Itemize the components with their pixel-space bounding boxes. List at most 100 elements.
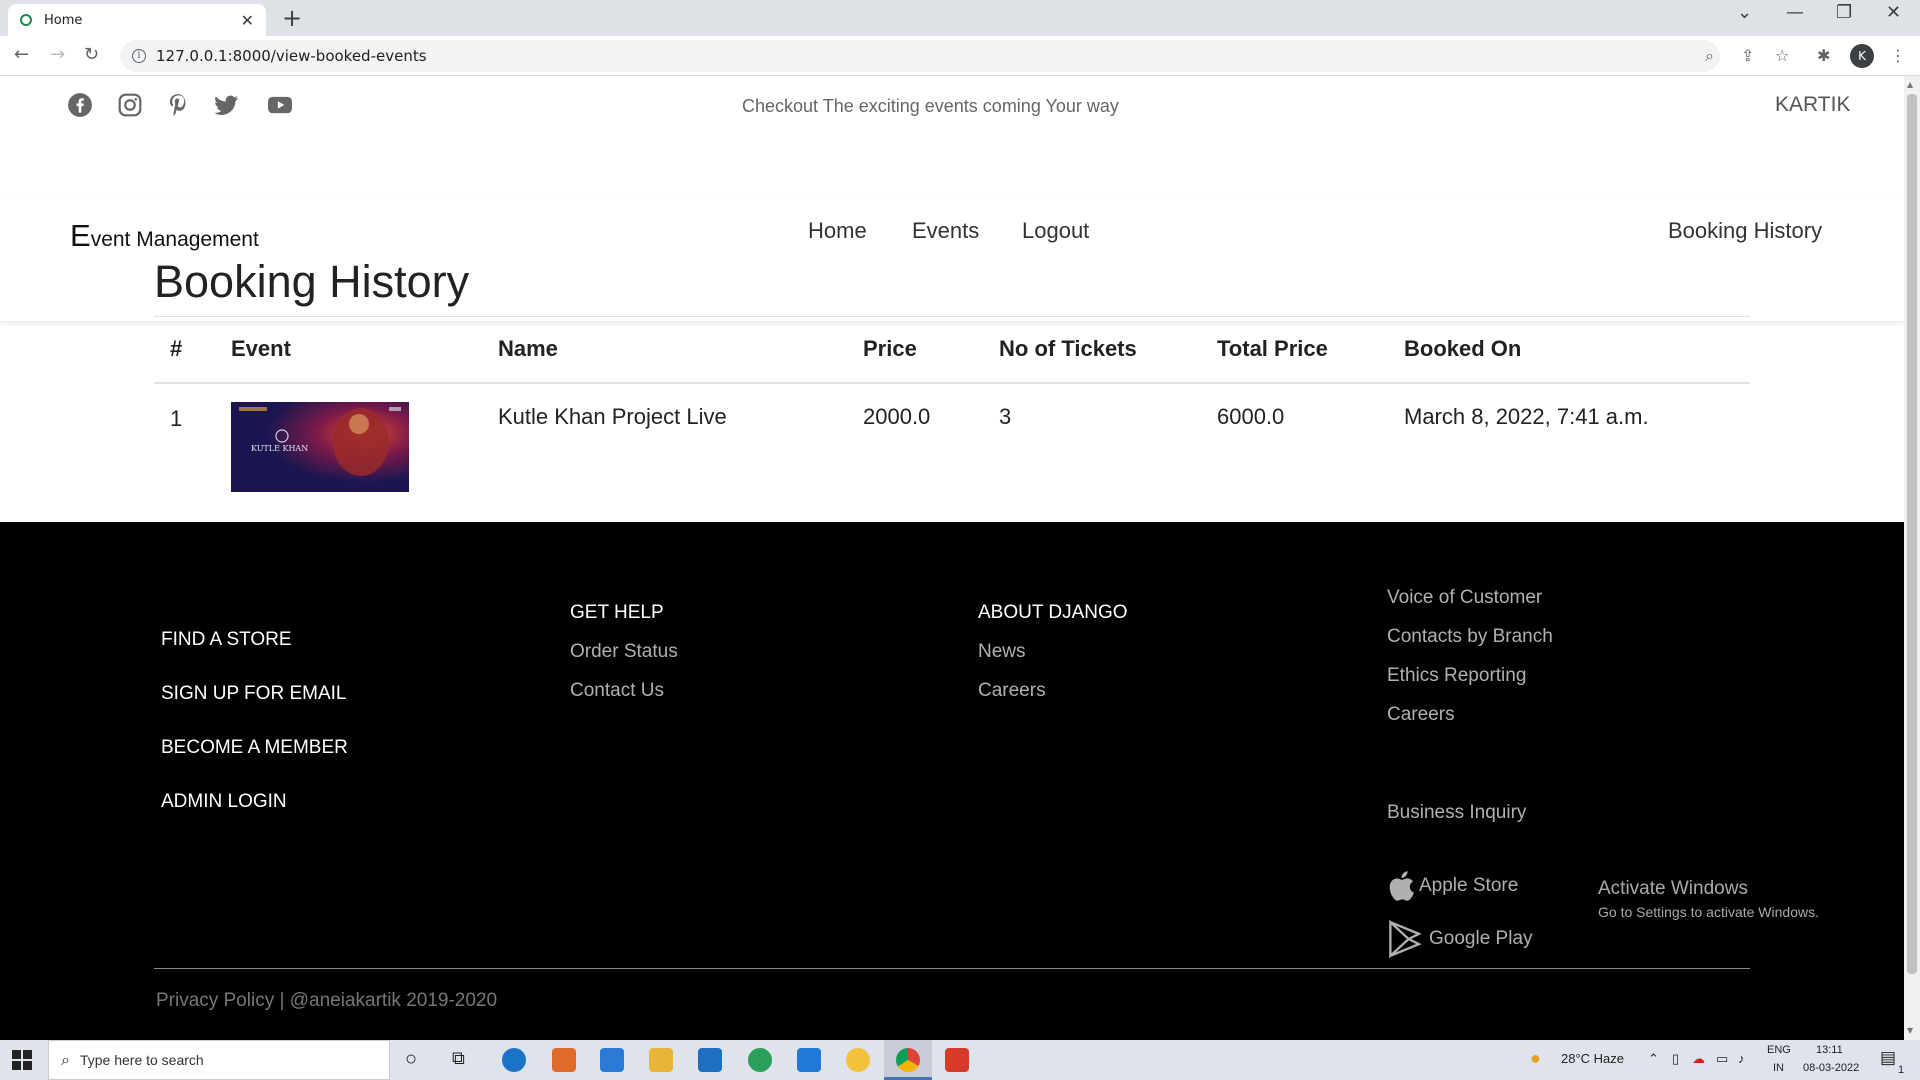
brand-logo[interactable]: Event Management — [70, 218, 259, 254]
row-tickets: 3 — [999, 403, 1012, 429]
nav-logout-link[interactable]: Logout — [1022, 218, 1089, 244]
contact-us-link[interactable]: Contact Us — [570, 680, 664, 702]
nav-events-link[interactable]: Events — [912, 218, 979, 244]
event-thumbnail-image: KUTLE KHAN — [231, 401, 409, 492]
close-tab-icon[interactable]: ✕ — [241, 11, 254, 30]
cortana-icon[interactable]: ○ — [405, 1048, 417, 1071]
google-play-label: Google Play — [1429, 928, 1533, 949]
scrollbar-thumb[interactable] — [1907, 94, 1917, 974]
wps-icon[interactable] — [945, 1048, 969, 1072]
bookmark-star-icon[interactable]: ☆ — [1775, 46, 1789, 65]
business-inquiry-link[interactable]: Business Inquiry — [1387, 802, 1526, 824]
row-price: 2000.0 — [863, 403, 931, 429]
network-icon[interactable]: ▭ — [1716, 1051, 1728, 1067]
language-top[interactable]: ENG — [1767, 1044, 1791, 1056]
device-icon[interactable]: ▯ — [1672, 1051, 1679, 1067]
windows-taskbar: ⌕ Type here to search ○ ⧉ ● 28°C Haze ⌃ … — [0, 1040, 1920, 1080]
apple-store-link[interactable]: Apple Store — [1387, 870, 1518, 902]
profile-avatar[interactable]: K — [1850, 44, 1874, 68]
notification-icon[interactable]: ▤ — [1880, 1048, 1896, 1068]
youtube-icon[interactable] — [266, 92, 294, 118]
nav-booking-history-link[interactable]: Booking History — [1668, 218, 1822, 244]
careers-link[interactable]: Careers — [978, 680, 1046, 702]
activate-windows-subtitle: Go to Settings to activate Windows. — [1598, 904, 1819, 920]
minimize-icon[interactable]: — — [1786, 2, 1804, 23]
booking-history-section: Booking History # Event Name Price No of… — [154, 254, 1750, 508]
show-hidden-icons-icon[interactable]: ⌃ — [1648, 1051, 1659, 1067]
brand-name: vent Management — [90, 228, 259, 251]
chrome-active-button[interactable] — [884, 1040, 932, 1080]
copyright-text[interactable]: Privacy Policy | @aneiakartik 2019-2020 — [156, 990, 497, 1012]
contacts-by-branch-link[interactable]: Contacts by Branch — [1387, 626, 1553, 648]
table-header-row: # Event Name Price No of Tickets Total P… — [154, 316, 1750, 384]
row-event-cell: KUTLE KHAN — [215, 383, 482, 508]
taskbar-search-box[interactable]: ⌕ Type here to search — [48, 1040, 390, 1080]
become-member-link[interactable]: BECOME A MEMBER — [161, 737, 348, 759]
site-info-icon[interactable]: i — [132, 49, 146, 63]
loading-icon — [20, 14, 32, 26]
admin-login-link[interactable]: ADMIN LOGIN — [161, 791, 287, 813]
share-icon[interactable]: ⇪ — [1741, 46, 1754, 65]
careers-right-link[interactable]: Careers — [1387, 704, 1455, 726]
file-explorer-icon[interactable] — [649, 1048, 673, 1072]
tab-home[interactable]: Home ✕ — [8, 4, 266, 36]
column-header-index: # — [154, 316, 215, 384]
menu-kebab-icon[interactable]: ⋮ — [1890, 46, 1906, 65]
column-header-booked-on: Booked On — [1388, 316, 1750, 384]
thumbnail-title-text: KUTLE KHAN — [251, 444, 308, 453]
store-icon[interactable] — [600, 1048, 624, 1072]
row-booked-on: March 8, 2022, 7:41 a.m. — [1404, 403, 1649, 429]
page-title: Booking History — [154, 256, 470, 307]
yellow-app-icon[interactable] — [846, 1048, 870, 1072]
weather-text[interactable]: 28°C Haze — [1561, 1051, 1624, 1066]
table-row: 1 KUTLE KHAN Kutle Khan Project Live 200… — [154, 383, 1750, 508]
order-status-link[interactable]: Order Status — [570, 641, 678, 663]
row-index: 1 — [170, 405, 183, 431]
page-scrollbar[interactable]: ▲ ▼ — [1904, 76, 1920, 1040]
url-text[interactable]: 127.0.0.1:8000/view-booked-events — [156, 47, 427, 65]
weather-icon[interactable]: ● — [1530, 1048, 1541, 1069]
activate-windows-title: Activate Windows — [1598, 878, 1748, 899]
close-window-icon[interactable]: ✕ — [1886, 2, 1901, 23]
windows-start-icon[interactable] — [12, 1050, 32, 1070]
volume-icon[interactable]: ♪ — [1738, 1051, 1745, 1066]
instagram-icon[interactable] — [117, 92, 143, 118]
twitter-icon[interactable] — [213, 92, 239, 118]
onedrive-icon[interactable]: ☁ — [1692, 1051, 1705, 1067]
column-header-tickets: No of Tickets — [983, 316, 1201, 384]
back-icon[interactable]: ← — [14, 44, 29, 65]
ethics-reporting-link[interactable]: Ethics Reporting — [1387, 665, 1526, 687]
row-total-price: 6000.0 — [1217, 403, 1285, 429]
reload-icon[interactable]: ↻ — [84, 44, 99, 65]
extensions-icon[interactable]: ✱ — [1817, 46, 1830, 65]
vscode-icon[interactable] — [797, 1048, 821, 1072]
tab-strip: Home ✕ + ⌄ — ❐ ✕ — [0, 0, 1920, 36]
news-link[interactable]: News — [978, 641, 1026, 663]
page-viewport: Checkout The exciting events coming Your… — [0, 76, 1904, 1040]
facebook-icon[interactable] — [67, 92, 93, 118]
mail-icon[interactable] — [698, 1048, 722, 1072]
google-play-icon — [1389, 920, 1422, 958]
new-tab-icon[interactable]: + — [282, 4, 302, 32]
clock-time[interactable]: 13:11 — [1816, 1044, 1843, 1056]
sign-up-email-link[interactable]: SIGN UP FOR EMAIL — [161, 683, 346, 705]
clock-date[interactable]: 08-03-2022 — [1803, 1062, 1859, 1074]
scroll-up-arrow-icon[interactable]: ▲ — [1907, 80, 1913, 89]
green-app-icon[interactable] — [748, 1048, 772, 1072]
tab-search-icon[interactable]: ⌄ — [1737, 2, 1752, 23]
zoom-icon[interactable]: ⌕ — [1705, 46, 1714, 66]
apple-store-label: Apple Store — [1419, 875, 1519, 896]
nav-home-link[interactable]: Home — [808, 218, 867, 244]
edge-icon[interactable] — [502, 1048, 526, 1072]
language-bottom[interactable]: IN — [1773, 1062, 1784, 1074]
scroll-down-arrow-icon[interactable]: ▼ — [1907, 1026, 1913, 1035]
restore-icon[interactable]: ❐ — [1836, 2, 1852, 23]
forward-icon[interactable]: → — [50, 44, 65, 65]
google-play-link[interactable]: Google Play — [1387, 920, 1533, 958]
find-store-link[interactable]: FIND A STORE — [161, 629, 292, 651]
task-view-icon[interactable]: ⧉ — [452, 1048, 465, 1069]
address-bar[interactable]: i 127.0.0.1:8000/view-booked-events — [120, 40, 1720, 72]
xampp-icon[interactable] — [552, 1048, 576, 1072]
pinterest-icon[interactable] — [165, 92, 191, 118]
voice-of-customer-link[interactable]: Voice of Customer — [1387, 587, 1542, 609]
